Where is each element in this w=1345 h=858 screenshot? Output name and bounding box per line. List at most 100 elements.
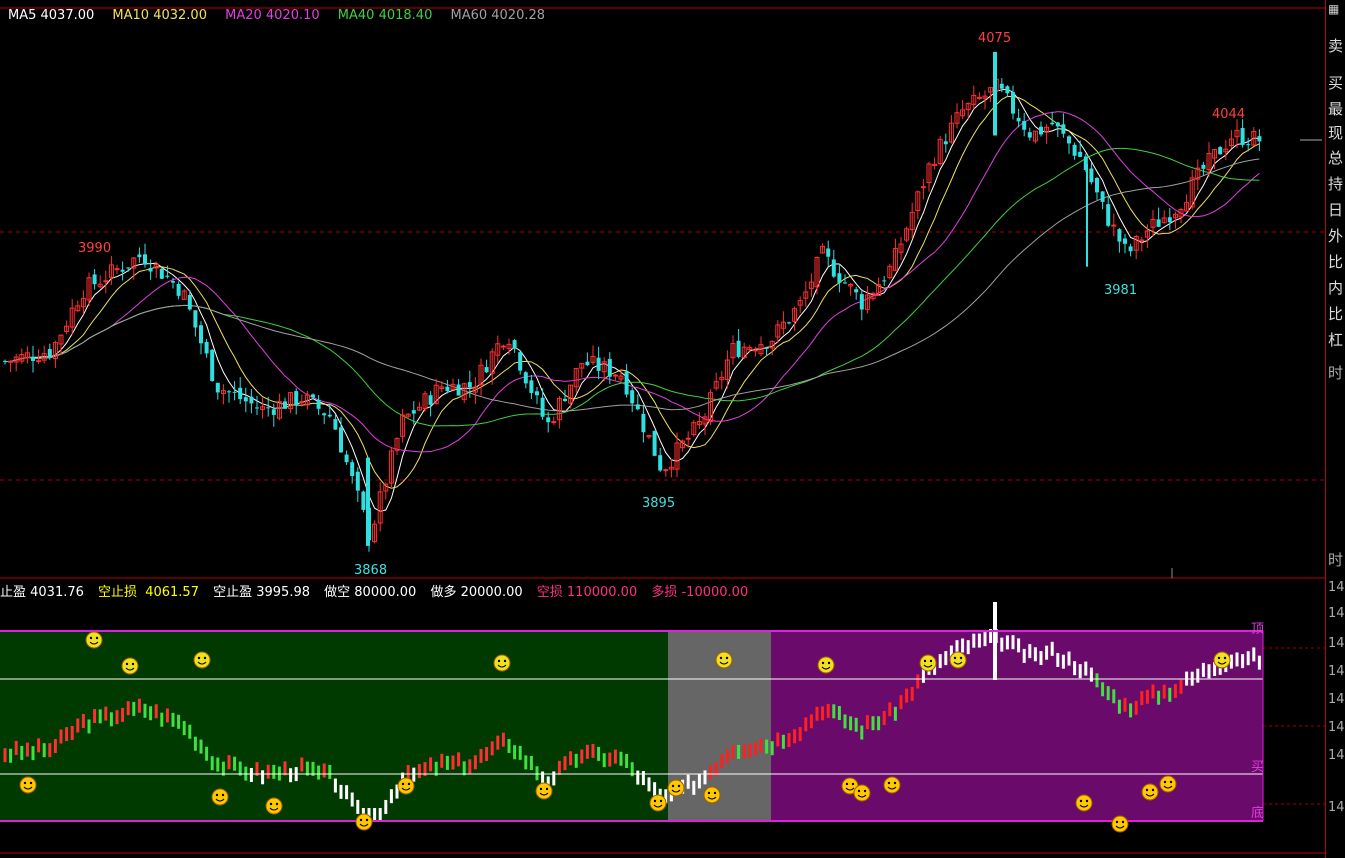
smiley-face — [1141, 783, 1159, 801]
candle-body — [428, 395, 433, 405]
candle-body — [445, 386, 450, 391]
smiley-buy-icon — [397, 777, 415, 795]
candle-body — [327, 414, 332, 417]
candle-body — [1111, 224, 1117, 227]
candle-body — [283, 401, 287, 409]
smiley-face — [1213, 651, 1231, 669]
smiley-face — [949, 651, 967, 669]
high-label-3990: 3990 — [78, 241, 112, 256]
candle-body — [1055, 122, 1060, 127]
smiley-face — [883, 776, 901, 794]
side-tick-6: 14 — [1328, 720, 1345, 735]
candle-body — [1156, 219, 1161, 227]
candle-body — [943, 141, 948, 145]
candle-body — [607, 358, 612, 377]
smiley-eye — [851, 782, 855, 786]
candle-body — [8, 360, 14, 363]
short-stoploss-value: 4061.57 — [145, 585, 199, 600]
smiley-eye — [401, 782, 405, 786]
candle-body — [523, 372, 528, 384]
smiley-buy-icon — [19, 776, 37, 794]
smiley-eye — [929, 659, 933, 663]
candle-body — [999, 83, 1004, 89]
smiley-face — [703, 786, 721, 804]
ma5-line — [4, 88, 1260, 512]
candle-body — [1167, 217, 1172, 223]
side-current: 现 — [1328, 124, 1344, 142]
candle-body — [652, 430, 657, 456]
smiley-eye — [503, 659, 507, 663]
candle-body — [210, 349, 215, 382]
side-tick-2: 14 — [1328, 606, 1345, 621]
chart-canvas[interactable] — [0, 0, 1325, 858]
candle-body — [1218, 147, 1223, 155]
candle-body — [736, 340, 741, 357]
candle-body — [114, 268, 120, 271]
candle-body — [1078, 151, 1083, 157]
candle-body — [92, 274, 97, 285]
candle-body — [159, 268, 164, 279]
candle-body — [1089, 168, 1094, 183]
smiley-eye — [713, 791, 717, 795]
smiley-buy-icon — [1141, 783, 1159, 801]
candle-body — [1050, 122, 1055, 125]
smiley-eye — [545, 787, 549, 791]
smiley-eye — [671, 784, 675, 788]
long-loss-legend: 多损 -10000.00 — [651, 585, 749, 600]
candle-body — [215, 382, 220, 393]
side-time-2: 时 — [1328, 551, 1344, 569]
side-position: 持 — [1328, 175, 1344, 193]
candle-body — [204, 341, 209, 354]
candle-body — [355, 471, 360, 491]
low-label-3868: 3868 — [354, 563, 388, 578]
smiley-face — [667, 779, 685, 797]
quote-side-panel[interactable]: ▦ 卖 买 最 现 总 持 日 外 比 内 比 杠 时 时 14 14 14 1… — [1325, 0, 1345, 858]
candle-body — [843, 282, 847, 284]
candle-body — [47, 348, 52, 358]
candle-body — [500, 345, 506, 348]
side-latest: 最 — [1328, 100, 1344, 118]
candle-body — [920, 186, 926, 189]
high-label-4044: 4044 — [1212, 107, 1246, 122]
candle-body — [31, 357, 35, 361]
candle-body — [518, 352, 523, 371]
side-inner: 内 — [1328, 279, 1344, 297]
candle-body — [641, 413, 646, 433]
candle-body — [484, 367, 489, 373]
smiley-sell-icon — [1213, 651, 1231, 669]
short-stoploss-label: 空止损 — [98, 585, 138, 600]
ma40-legend: MA40 4018.40 — [337, 8, 433, 23]
smiley-face — [211, 788, 229, 806]
smiley-face — [817, 656, 835, 674]
candle-body — [752, 349, 758, 352]
high-label-4075: 4075 — [978, 31, 1012, 46]
smiley-buy-icon — [667, 779, 685, 797]
ma10-legend: MA10 4032.00 — [112, 8, 207, 23]
smiley-eye — [539, 787, 543, 791]
smiley-eye — [275, 802, 279, 806]
candle-body — [249, 396, 254, 404]
panel-grid-icon[interactable]: ▦ — [1328, 2, 1342, 16]
smiley-eye — [1079, 799, 1083, 803]
candle-body — [540, 397, 545, 417]
candle-body — [624, 371, 629, 395]
side-total: 总 — [1328, 149, 1344, 167]
smiley-buy-icon — [649, 794, 667, 812]
candle-body — [1027, 132, 1032, 138]
candle-body — [255, 407, 259, 409]
candle-body — [1240, 128, 1245, 145]
smiley-eye — [29, 781, 33, 785]
candle-body — [176, 284, 181, 296]
smiley-eye — [1115, 820, 1119, 824]
smiley-eye — [821, 661, 825, 665]
side-tick-5: 14 — [1328, 692, 1345, 707]
smiley-face — [1159, 775, 1177, 793]
smiley-eye — [221, 793, 225, 797]
candle-body — [1005, 86, 1010, 94]
smiley-face — [397, 777, 415, 795]
candle-body — [350, 462, 355, 477]
side-tick-1: 14 — [1328, 580, 1345, 595]
candle-body — [333, 419, 338, 430]
smiley-face — [493, 654, 511, 672]
smiley-eye — [1151, 788, 1155, 792]
